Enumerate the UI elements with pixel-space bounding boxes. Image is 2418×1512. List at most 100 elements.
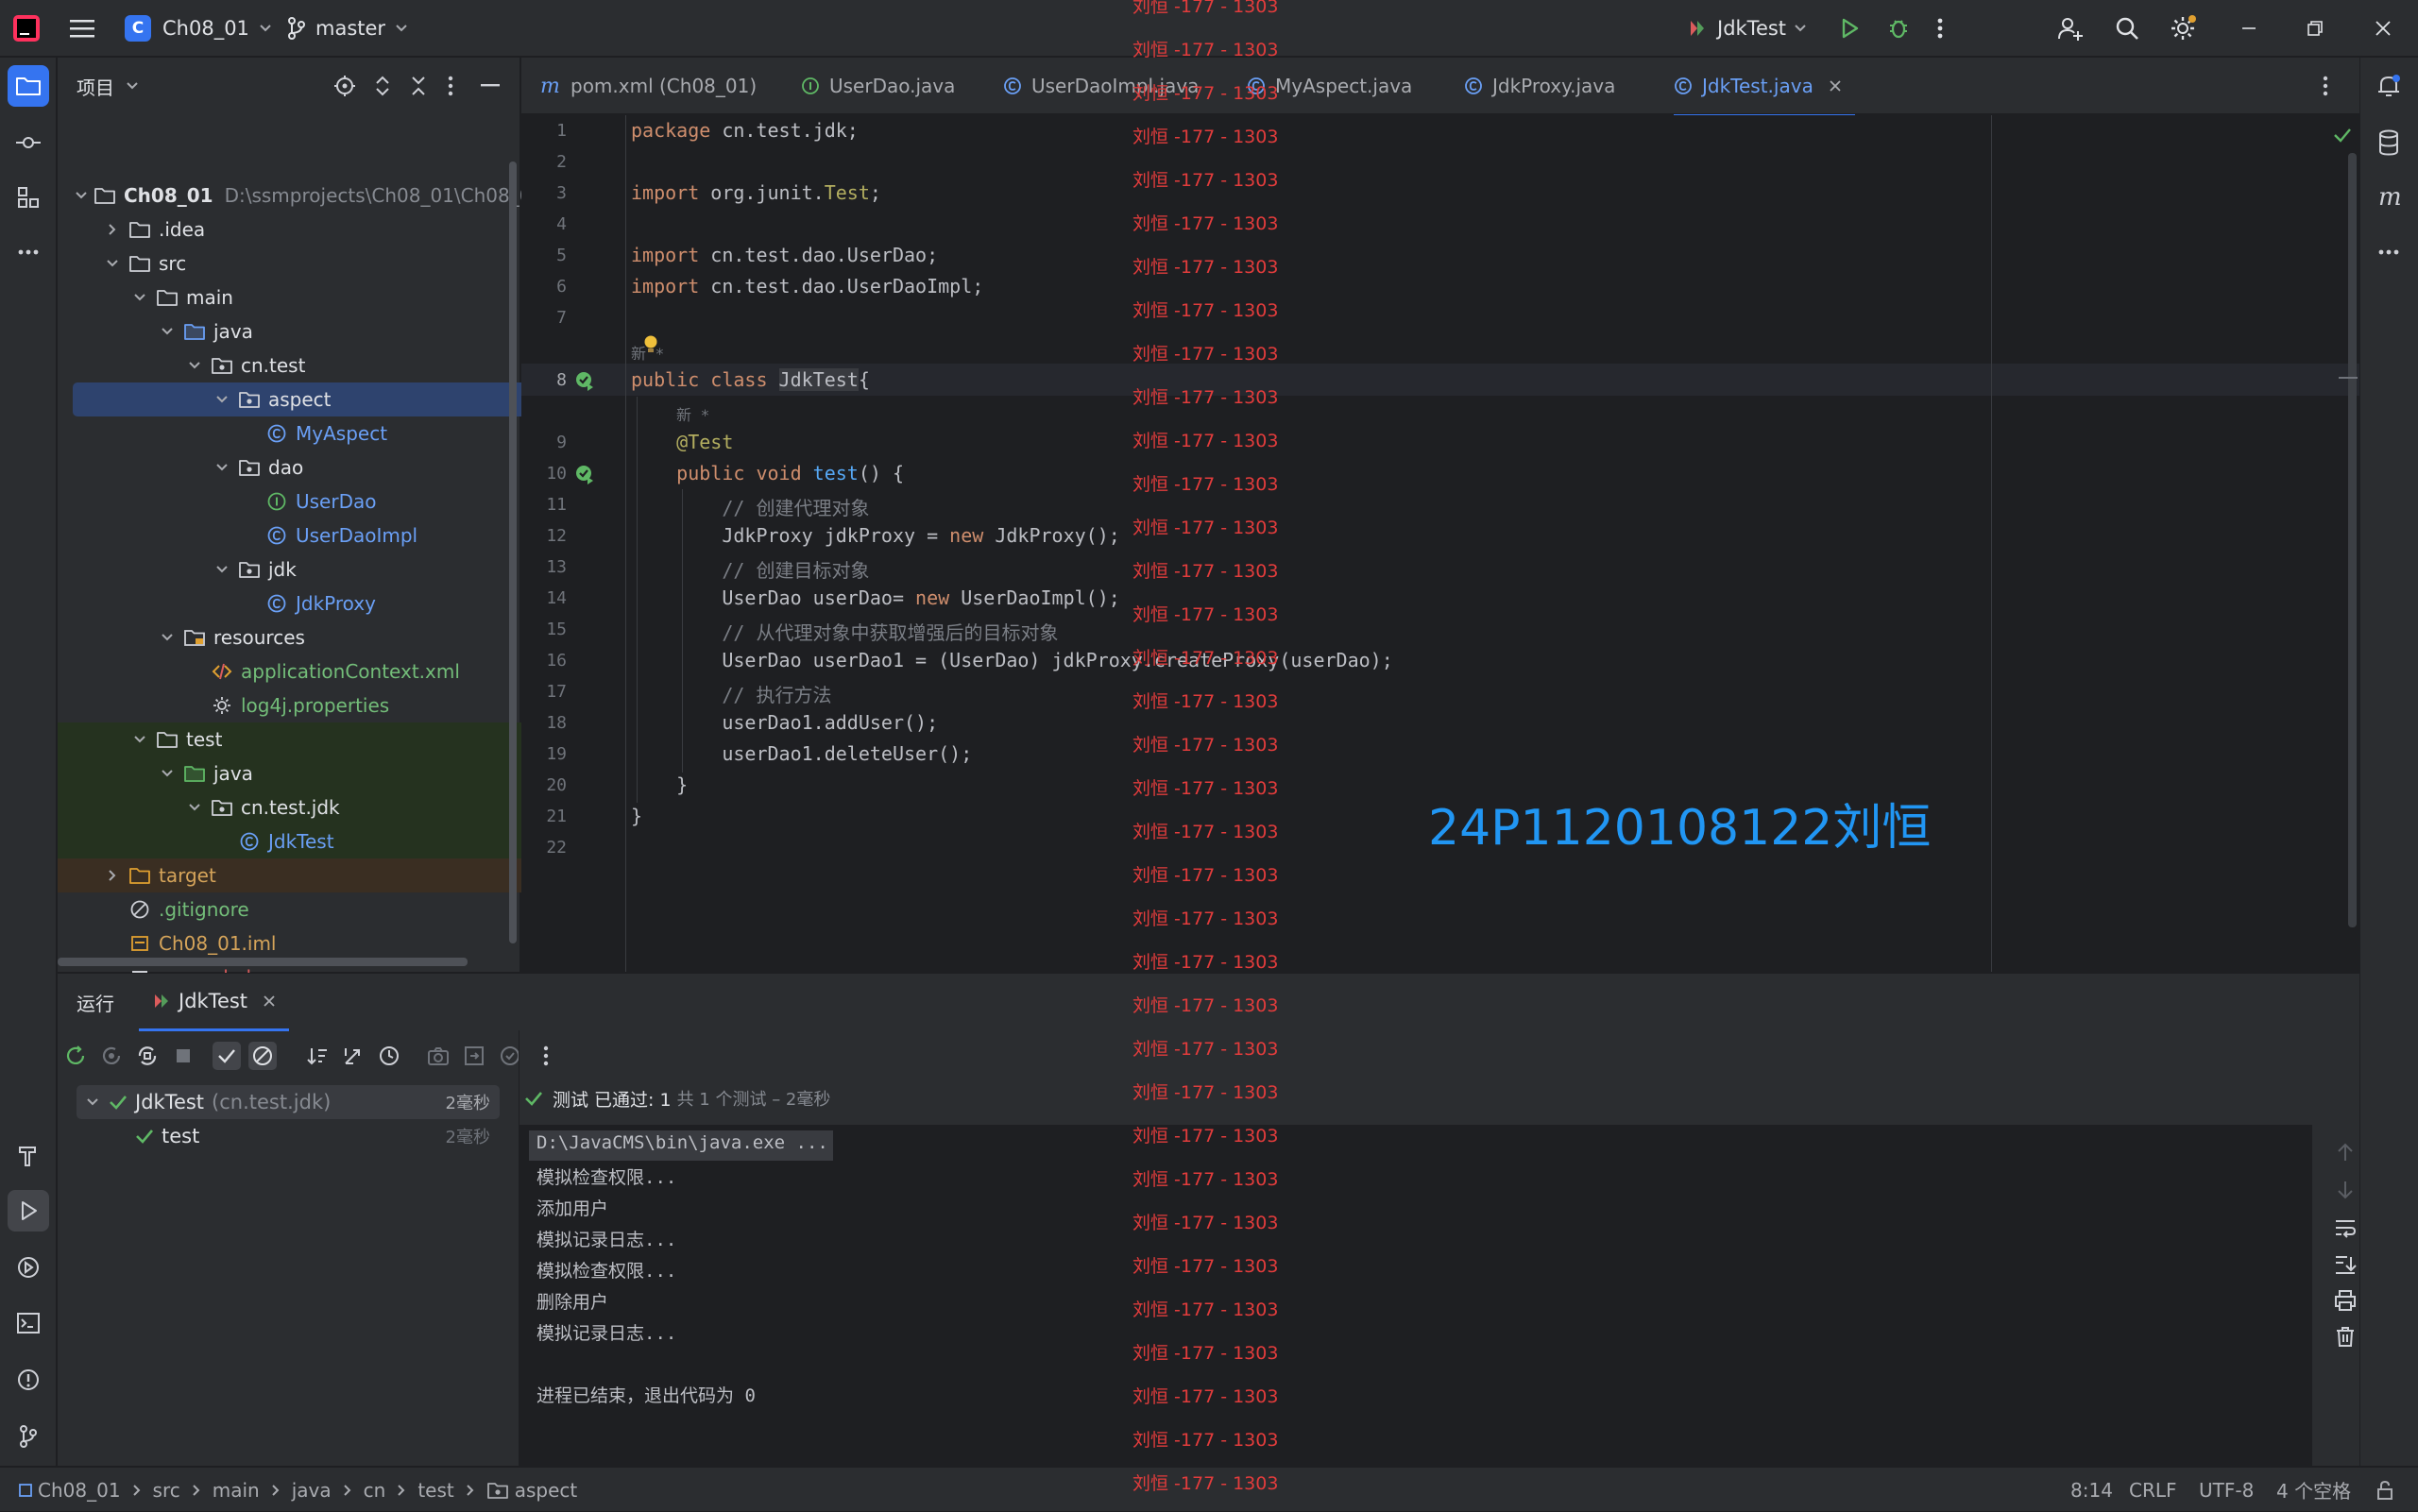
scroll-down-icon[interactable] bbox=[2336, 1180, 2355, 1200]
breadcrumb-item[interactable]: test bbox=[417, 1479, 453, 1502]
line-number[interactable]: 12 bbox=[521, 526, 567, 546]
chevron-down-icon[interactable] bbox=[129, 729, 150, 750]
line-number[interactable]: 5 bbox=[521, 246, 567, 265]
chevron-down-icon[interactable] bbox=[75, 185, 88, 206]
editor-vertical-scrollbar[interactable] bbox=[2348, 153, 2357, 927]
settings-gear-icon[interactable] bbox=[2169, 0, 2197, 57]
read-only-lock-icon[interactable] bbox=[2375, 1468, 2395, 1512]
close-tab-icon[interactable] bbox=[263, 994, 276, 1008]
line-number[interactable]: 9 bbox=[521, 433, 567, 452]
chevron-right-icon[interactable] bbox=[102, 865, 123, 886]
run-tool-icon[interactable] bbox=[8, 1190, 49, 1232]
line-number[interactable]: 8 bbox=[521, 370, 567, 390]
line-number[interactable]: 6 bbox=[521, 277, 567, 297]
tree-item-idea[interactable]: .idea bbox=[58, 212, 555, 246]
close-tab-icon[interactable] bbox=[1829, 79, 1842, 93]
notifications-bell-icon[interactable] bbox=[2368, 65, 2409, 107]
caret-position[interactable]: 8:14 bbox=[2070, 1468, 2113, 1512]
lightbulb-intention-icon[interactable] bbox=[642, 334, 659, 355]
show-ignored-toggle-icon[interactable] bbox=[248, 1042, 277, 1070]
project-tool-folder-icon[interactable] bbox=[8, 65, 49, 107]
breadcrumb-item[interactable]: Ch08_01 bbox=[38, 1479, 121, 1502]
line-number[interactable]: 14 bbox=[521, 588, 567, 608]
line-number[interactable]: 17 bbox=[521, 682, 567, 702]
more-tools-icon[interactable] bbox=[8, 231, 49, 273]
tree-item-main[interactable]: main bbox=[58, 280, 583, 314]
test-history-clock-icon[interactable] bbox=[375, 1042, 403, 1070]
line-number[interactable]: 2 bbox=[521, 152, 567, 172]
structure-tool-icon[interactable] bbox=[8, 177, 49, 218]
test-tree-row-test[interactable]: test 2毫秒 bbox=[77, 1119, 500, 1153]
chevron-down-icon[interactable] bbox=[157, 763, 178, 784]
show-passed-toggle-icon[interactable] bbox=[213, 1042, 241, 1070]
tab-options-icon[interactable] bbox=[2322, 58, 2329, 114]
line-number[interactable]: 19 bbox=[521, 744, 567, 764]
screenshot-camera-icon[interactable] bbox=[424, 1042, 452, 1070]
line-number[interactable]: 3 bbox=[521, 183, 567, 203]
chevron-down-icon[interactable] bbox=[184, 355, 205, 376]
hide-panel-icon[interactable] bbox=[481, 84, 500, 88]
tab-jdktest-java[interactable]: JdkTest.java bbox=[1674, 58, 1855, 117]
run-button[interactable] bbox=[1838, 0, 1861, 57]
tab-jdkproxy-java[interactable]: JdkProxy.java bbox=[1464, 58, 1615, 114]
breadcrumb-item[interactable]: cn bbox=[364, 1479, 386, 1502]
test-tree-row-jdktest[interactable]: JdkTest (cn.test.jdk) 2毫秒 bbox=[77, 1085, 500, 1119]
code-vision-hint[interactable]: 新 * bbox=[676, 402, 709, 425]
restore-window-icon[interactable] bbox=[2307, 0, 2324, 57]
chevron-down-icon[interactable] bbox=[212, 457, 232, 478]
sort-by-duration-icon[interactable] bbox=[339, 1042, 367, 1070]
line-number[interactable]: 13 bbox=[521, 557, 567, 577]
chevron-down-icon[interactable] bbox=[102, 253, 123, 274]
line-number[interactable]: 18 bbox=[521, 713, 567, 733]
run-test-gutter-icon[interactable] bbox=[574, 370, 595, 391]
line-number[interactable]: 22 bbox=[521, 838, 567, 858]
line-number[interactable]: 4 bbox=[521, 214, 567, 234]
tree-item-gitignore[interactable]: .gitignore bbox=[58, 892, 555, 926]
chevron-down-icon[interactable] bbox=[86, 1097, 99, 1107]
tree-item-iml[interactable]: Ch08_01.iml bbox=[58, 926, 555, 960]
expand-all-icon[interactable] bbox=[373, 75, 392, 97]
maven-tool-icon[interactable]: m bbox=[2368, 177, 2409, 218]
add-user-icon[interactable] bbox=[2057, 0, 2084, 57]
file-encoding[interactable]: UTF-8 bbox=[2199, 1468, 2254, 1512]
main-menu-icon[interactable] bbox=[70, 0, 94, 57]
breadcrumb-item[interactable]: java bbox=[292, 1479, 332, 1502]
chevron-down-icon[interactable] bbox=[157, 627, 178, 648]
indent-setting[interactable]: 4 个空格 bbox=[2276, 1468, 2351, 1512]
database-tool-icon[interactable] bbox=[2368, 122, 2409, 163]
project-switcher[interactable]: C Ch08_01 bbox=[125, 0, 272, 57]
tab-userdao-java[interactable]: UserDao.java bbox=[801, 58, 955, 114]
line-number[interactable]: 1 bbox=[521, 121, 567, 141]
line-number[interactable]: 10 bbox=[521, 464, 567, 484]
tree-item-src[interactable]: src bbox=[58, 246, 555, 280]
export-results-icon[interactable] bbox=[460, 1042, 488, 1070]
branch-switcher[interactable]: master bbox=[287, 0, 408, 57]
line-number[interactable]: 16 bbox=[521, 651, 567, 671]
chevron-down-icon[interactable] bbox=[212, 559, 232, 580]
options-icon[interactable] bbox=[447, 75, 454, 97]
tree-vertical-scrollbar[interactable] bbox=[509, 161, 517, 943]
tree-horizontal-scrollbar[interactable] bbox=[58, 958, 468, 966]
services-tool-icon[interactable] bbox=[8, 1247, 49, 1288]
line-number[interactable]: 11 bbox=[521, 495, 567, 515]
chevron-right-icon[interactable] bbox=[102, 219, 123, 240]
commit-tool-icon[interactable] bbox=[8, 122, 49, 163]
tab-pom-xml[interactable]: m pom.xml (Ch08_01) bbox=[540, 58, 757, 114]
breadcrumb-item[interactable]: aspect bbox=[515, 1479, 578, 1502]
coverage-icon[interactable] bbox=[496, 1042, 524, 1070]
line-number[interactable]: 7 bbox=[521, 308, 567, 328]
run-config-selector[interactable]: JdkTest bbox=[1687, 0, 1807, 57]
line-number[interactable]: 15 bbox=[521, 620, 567, 639]
tree-item-target[interactable]: target bbox=[58, 858, 555, 892]
toggle-auto-test-icon[interactable] bbox=[133, 1042, 162, 1070]
chevron-down-icon[interactable] bbox=[126, 81, 139, 91]
inspection-ok-icon[interactable] bbox=[2333, 127, 2352, 144]
line-number[interactable]: 21 bbox=[521, 807, 567, 826]
terminal-tool-icon[interactable] bbox=[8, 1302, 49, 1344]
more-actions-icon[interactable] bbox=[1936, 0, 1944, 57]
breadcrumb-item[interactable]: src bbox=[153, 1479, 180, 1502]
tree-item-test[interactable]: test bbox=[58, 722, 583, 756]
print-icon[interactable] bbox=[2334, 1289, 2357, 1312]
sort-alphabetically-icon[interactable] bbox=[303, 1042, 332, 1070]
chevron-down-icon[interactable] bbox=[157, 321, 178, 342]
